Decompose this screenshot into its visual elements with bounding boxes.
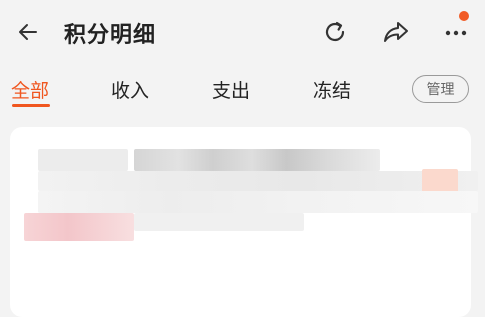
points-record-card[interactable]	[10, 127, 478, 317]
tab-all[interactable]: 全部	[11, 76, 49, 103]
tab-expense[interactable]: 支出	[212, 76, 250, 103]
manage-button[interactable]: 管理	[412, 75, 469, 103]
refresh-icon	[325, 21, 345, 42]
back-arrow-icon	[19, 24, 37, 40]
blurred-content	[38, 171, 478, 191]
blurred-content	[134, 213, 304, 231]
tab-bar: 全部 收入 支出 冻结 管理	[0, 66, 485, 114]
tab-frozen[interactable]: 冻结	[313, 76, 351, 103]
blurred-content	[38, 191, 478, 213]
page-title: 积分明细	[64, 23, 157, 48]
refresh-button[interactable]	[320, 17, 350, 47]
tab-income[interactable]: 收入	[111, 76, 149, 103]
more-icon	[445, 30, 467, 36]
notification-dot	[459, 11, 469, 21]
back-button[interactable]	[14, 18, 42, 46]
blurred-content	[38, 149, 128, 171]
blurred-content	[24, 213, 134, 241]
active-tab-indicator	[12, 104, 50, 107]
top-bar: 积分明细	[0, 0, 485, 64]
share-button[interactable]	[381, 17, 411, 47]
more-button[interactable]	[441, 17, 471, 47]
blurred-content	[134, 149, 380, 171]
share-icon	[384, 22, 408, 42]
